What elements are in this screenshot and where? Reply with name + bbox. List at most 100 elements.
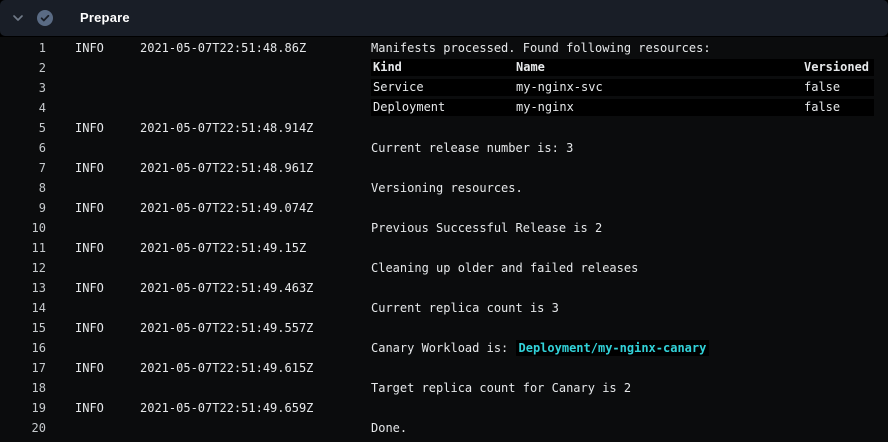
log-line: 19INFO2021-05-07T22:51:49.659Z bbox=[0, 398, 888, 418]
log-level bbox=[46, 378, 140, 398]
log-level bbox=[46, 258, 140, 278]
log-line: 20 Done. bbox=[0, 418, 888, 438]
log-message bbox=[371, 118, 888, 138]
log-line: 6Current release number is: 3 bbox=[0, 138, 888, 158]
log-message: Current replica count is 3 bbox=[371, 298, 888, 318]
log-timestamp: 2021-05-07T22:51:48.914Z bbox=[140, 118, 371, 138]
log-message: Canary Workload is: Deployment/my-nginx-… bbox=[371, 338, 888, 358]
log-timestamp bbox=[140, 58, 371, 78]
log-timestamp bbox=[140, 138, 371, 158]
line-number[interactable]: 1 bbox=[0, 38, 46, 58]
table-cell: my-nginx-svc bbox=[516, 79, 804, 96]
line-number[interactable]: 17 bbox=[0, 358, 46, 378]
resource-table-row: Deploymentmy-nginxfalse bbox=[371, 99, 874, 116]
log-level bbox=[46, 338, 140, 358]
line-number[interactable]: 16 bbox=[0, 338, 46, 358]
log-line: 9INFO2021-05-07T22:51:49.074Z bbox=[0, 198, 888, 218]
log-line: 16 Canary Workload is: Deployment/my-ngin… bbox=[0, 338, 888, 358]
log-timestamp: 2021-05-07T22:51:48.961Z bbox=[140, 158, 371, 178]
table-cell: Service bbox=[373, 79, 516, 96]
log-level: INFO bbox=[46, 358, 140, 378]
log-message: Previous Successful Release is 2 bbox=[371, 218, 888, 238]
line-number[interactable]: 9 bbox=[0, 198, 46, 218]
log-level bbox=[46, 98, 140, 118]
log-level: INFO bbox=[46, 158, 140, 178]
line-number[interactable]: 11 bbox=[0, 238, 46, 258]
log-message bbox=[371, 358, 888, 378]
log-level bbox=[46, 78, 140, 98]
log-timestamp: 2021-05-07T22:51:49.557Z bbox=[140, 318, 371, 338]
log-message bbox=[371, 318, 888, 338]
step-title: Prepare bbox=[80, 0, 130, 36]
line-number[interactable]: 19 bbox=[0, 398, 46, 418]
log-level: INFO bbox=[46, 118, 140, 138]
log-message bbox=[371, 278, 888, 298]
log-line: 17INFO2021-05-07T22:51:49.615Z bbox=[0, 358, 888, 378]
line-number[interactable]: 6 bbox=[0, 138, 46, 158]
log-timestamp bbox=[140, 418, 371, 438]
table-cell: Name bbox=[516, 59, 804, 76]
log-line: 11INFO2021-05-07T22:51:49.15Z bbox=[0, 238, 888, 258]
log-message bbox=[371, 158, 888, 178]
line-number[interactable]: 4 bbox=[0, 98, 46, 118]
log-timestamp bbox=[140, 258, 371, 278]
log-message bbox=[371, 198, 888, 218]
log-level: INFO bbox=[46, 278, 140, 298]
log-line: 1INFO2021-05-07T22:51:48.86ZManifests pr… bbox=[0, 38, 888, 58]
log-line: 12 Cleaning up older and failed releases bbox=[0, 258, 888, 278]
line-number[interactable]: 15 bbox=[0, 318, 46, 338]
log-message bbox=[371, 238, 888, 258]
step-header[interactable]: Prepare bbox=[0, 0, 888, 36]
line-number[interactable]: 5 bbox=[0, 118, 46, 138]
log-timestamp: 2021-05-07T22:51:49.15Z bbox=[140, 238, 371, 258]
log-message: Manifests processed. Found following res… bbox=[371, 38, 888, 58]
table-cell: Kind bbox=[373, 59, 516, 76]
line-number[interactable]: 20 bbox=[0, 418, 46, 438]
log-timestamp bbox=[140, 298, 371, 318]
line-number[interactable]: 10 bbox=[0, 218, 46, 238]
table-cell: my-nginx bbox=[516, 99, 804, 116]
log-message: Done. bbox=[371, 418, 888, 438]
chevron-down-icon[interactable] bbox=[11, 11, 25, 25]
log-timestamp: 2021-05-07T22:51:49.463Z bbox=[140, 278, 371, 298]
log-line: 5INFO2021-05-07T22:51:48.914Z bbox=[0, 118, 888, 138]
line-number[interactable]: 2 bbox=[0, 58, 46, 78]
pipeline-log-viewer: Prepare 1INFO2021-05-07T22:51:48.86ZMani… bbox=[0, 0, 888, 442]
line-number[interactable]: 12 bbox=[0, 258, 46, 278]
log-level: INFO bbox=[46, 198, 140, 218]
resource-table-row: Servicemy-nginx-svcfalse bbox=[371, 79, 874, 96]
log-message: Deploymentmy-nginxfalse bbox=[371, 98, 888, 118]
log-message: KindNameVersioned bbox=[371, 58, 888, 78]
log-output[interactable]: 1INFO2021-05-07T22:51:48.86ZManifests pr… bbox=[0, 37, 888, 442]
log-timestamp: 2021-05-07T22:51:49.659Z bbox=[140, 398, 371, 418]
log-timestamp bbox=[140, 178, 371, 198]
log-message bbox=[371, 398, 888, 418]
log-message: Servicemy-nginx-svcfalse bbox=[371, 78, 888, 98]
log-timestamp bbox=[140, 218, 371, 238]
log-timestamp bbox=[140, 338, 371, 358]
table-cell: Versioned bbox=[804, 59, 874, 76]
log-line: 13INFO2021-05-07T22:51:49.463Z bbox=[0, 278, 888, 298]
line-number[interactable]: 13 bbox=[0, 278, 46, 298]
log-timestamp: 2021-05-07T22:51:49.615Z bbox=[140, 358, 371, 378]
log-level: INFO bbox=[46, 318, 140, 338]
log-level bbox=[46, 218, 140, 238]
log-message: Cleaning up older and failed releases bbox=[371, 258, 888, 278]
log-line: 2 KindNameVersioned bbox=[0, 58, 888, 78]
line-number[interactable]: 3 bbox=[0, 78, 46, 98]
line-number[interactable]: 18 bbox=[0, 378, 46, 398]
log-timestamp bbox=[140, 78, 371, 98]
line-number[interactable]: 8 bbox=[0, 178, 46, 198]
line-number[interactable]: 14 bbox=[0, 298, 46, 318]
log-message: Versioning resources. bbox=[371, 178, 888, 198]
log-level bbox=[46, 178, 140, 198]
log-level: INFO bbox=[46, 38, 140, 58]
check-circle-icon bbox=[37, 10, 53, 26]
log-message: Target replica count for Canary is 2 bbox=[371, 378, 888, 398]
line-number[interactable]: 7 bbox=[0, 158, 46, 178]
log-level bbox=[46, 298, 140, 318]
log-line: 10 Previous Successful Release is 2 bbox=[0, 218, 888, 238]
canary-workload-value: Deployment/my-nginx-canary bbox=[516, 340, 710, 356]
log-line: 18 Target replica count for Canary is 2 bbox=[0, 378, 888, 398]
log-timestamp: 2021-05-07T22:51:49.074Z bbox=[140, 198, 371, 218]
